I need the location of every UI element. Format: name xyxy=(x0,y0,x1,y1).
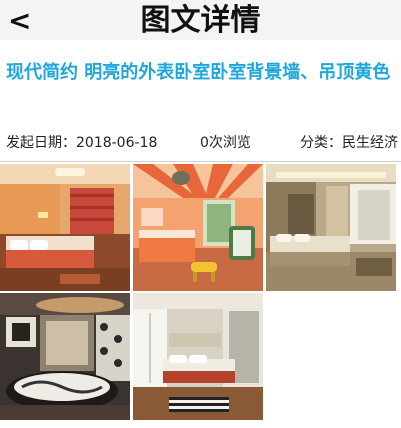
page-title: 图文详情 xyxy=(140,3,261,38)
gallery-photo-3[interactable] xyxy=(266,164,396,291)
gallery-photo-5[interactable] xyxy=(133,293,263,420)
view-count: 0次浏览 xyxy=(200,135,251,151)
publish-date: 发起日期：2018-06-18 xyxy=(6,135,158,151)
article-meta: 发起日期：2018-06-18 0次浏览 分类：民生经济 xyxy=(6,132,398,154)
category-label: 分类：民生经济 xyxy=(300,135,398,151)
page: < 图文详情 现代简约 明亮的外表卧室卧室背景墙、吊顶黄色 发起日期：2018-… xyxy=(0,0,401,428)
gallery-photo-2[interactable] xyxy=(133,164,263,291)
bedroom-photo-beige-canopy xyxy=(266,164,396,291)
bedroom-photo-round-bed xyxy=(0,293,130,420)
bedroom-photo-striped-ceiling xyxy=(133,164,263,291)
photo-gallery xyxy=(0,164,401,428)
article-title: 现代简约 明亮的外表卧室卧室背景墙、吊顶黄色 xyxy=(6,62,391,83)
gallery-photo-4[interactable] xyxy=(0,293,130,420)
back-button[interactable]: < xyxy=(8,4,36,38)
bedroom-photo-orange-curtains xyxy=(0,164,130,291)
divider xyxy=(0,161,401,162)
bedroom-photo-white-wardrobe xyxy=(133,293,263,420)
top-nav-bar: < 图文详情 xyxy=(0,0,401,40)
gallery-photo-1[interactable] xyxy=(0,164,130,291)
